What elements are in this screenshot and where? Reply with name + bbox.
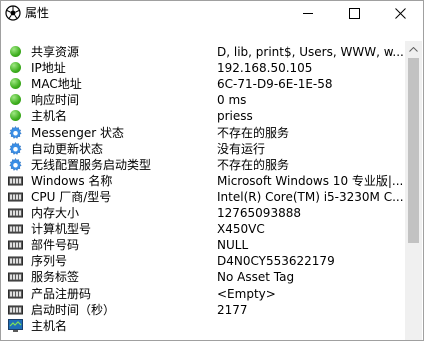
- property-value: X450VC: [217, 222, 265, 237]
- property-row[interactable]: 内存大小 12765093888: [1, 205, 405, 221]
- property-row[interactable]: MAC地址 6C-71-D9-6E-1E-58: [1, 76, 405, 92]
- gear-icon: [8, 157, 23, 172]
- memory-chip-icon: [8, 303, 23, 317]
- property-row[interactable]: 无线配置服务启动类型 不存在的服务: [1, 157, 405, 173]
- property-value: D4N0CY553622179: [217, 254, 335, 269]
- property-value: Intel(R) Core(TM) i5-3230M C...: [217, 189, 403, 204]
- scrollbar-thumb[interactable]: [408, 58, 419, 243]
- title-bar[interactable]: 属性: [1, 1, 423, 25]
- property-value: priess: [217, 109, 253, 124]
- property-value: <Empty>: [217, 286, 276, 301]
- memory-chip-icon: [8, 254, 23, 268]
- property-label: 计算机型号: [31, 222, 92, 237]
- property-label: 响应时间: [31, 93, 80, 108]
- property-label: IP地址: [31, 61, 66, 76]
- property-label: 主机名: [31, 318, 68, 333]
- property-label: 序列号: [31, 254, 68, 269]
- property-row[interactable]: 共享资源 D, lib, print$, Users, WWW, w...: [1, 44, 405, 60]
- property-value: No Asset Tag: [217, 270, 295, 285]
- property-label: MAC地址: [31, 77, 82, 92]
- memory-chip-icon: [8, 238, 23, 252]
- property-label: Messenger 状态: [31, 125, 124, 140]
- property-value: D, lib, print$, Users, WWW, w...: [217, 45, 403, 59]
- property-row[interactable]: 主机名 priess: [1, 108, 405, 124]
- property-value: 0 ms: [217, 93, 247, 108]
- property-value: 不存在的服务: [217, 157, 290, 172]
- scroll-up-button[interactable]: [405, 41, 422, 58]
- close-icon: [394, 7, 406, 19]
- property-label: CPU 厂商/型号: [31, 189, 112, 204]
- green-dot-icon: [8, 61, 23, 75]
- property-value: Microsoft Windows 10 专业版|...: [217, 173, 403, 188]
- property-row[interactable]: Messenger 状态 不存在的服务: [1, 125, 405, 141]
- property-value: 192.168.50.105: [217, 61, 313, 76]
- property-row[interactable]: 响应时间 0 ms: [1, 92, 405, 108]
- maximize-button[interactable]: [331, 1, 377, 25]
- properties-list: 共享资源 D, lib, print$, Users, WWW, w... IP地址…: [1, 41, 405, 340]
- property-label: 产品注册码: [31, 286, 92, 301]
- property-value: 不存在的服务: [217, 125, 290, 140]
- memory-chip-icon: [8, 222, 23, 236]
- property-value: 6C-71-D9-6E-1E-58: [217, 77, 333, 92]
- memory-chip-icon: [8, 190, 23, 204]
- property-label: 服务标签: [31, 270, 80, 285]
- property-value: NULL: [217, 238, 249, 253]
- property-row[interactable]: 计算机型号 X450VC: [1, 221, 405, 237]
- minimize-icon: [303, 12, 313, 14]
- close-button[interactable]: [377, 1, 423, 25]
- property-row[interactable]: IP地址 192.168.50.105: [1, 60, 405, 76]
- property-label: Windows 名称: [31, 173, 113, 188]
- property-row[interactable]: CPU 厂商/型号 Intel(R) Core(TM) i5-3230M C...: [1, 189, 405, 205]
- property-row[interactable]: Windows 名称 Microsoft Windows 10 专业版|...: [1, 173, 405, 189]
- green-dot-icon: [8, 109, 23, 123]
- soccer-ball-icon: [5, 5, 21, 21]
- property-label: 启动时间（秒）: [31, 302, 116, 317]
- property-row[interactable]: 部件号码 NULL: [1, 237, 405, 253]
- maximize-icon: [348, 7, 360, 19]
- gear-icon: [8, 125, 23, 140]
- memory-chip-icon: [8, 206, 23, 220]
- property-label: 共享资源: [31, 45, 80, 59]
- property-label: 无线配置服务启动类型: [31, 157, 152, 172]
- property-row[interactable]: 自动更新状态 没有运行: [1, 141, 405, 157]
- property-row[interactable]: 主机名: [1, 318, 405, 334]
- property-value: 12765093888: [217, 206, 301, 220]
- green-dot-icon: [8, 77, 23, 91]
- property-row[interactable]: 序列号 D4N0CY553622179: [1, 253, 405, 269]
- property-label: 自动更新状态: [31, 141, 104, 156]
- property-value: 没有运行: [217, 141, 266, 156]
- property-row[interactable]: 服务标签 No Asset Tag: [1, 269, 405, 285]
- minimize-button[interactable]: [285, 1, 331, 25]
- green-dot-icon: [8, 93, 23, 107]
- monitor-icon: [8, 318, 23, 333]
- property-value: 2177: [217, 302, 248, 317]
- scroll-up-arrow-icon: [409, 47, 418, 52]
- window-title: 属性: [25, 6, 50, 20]
- properties-window: 属性 共享资源 D, lib, print$, Users, WWW, w... I…: [0, 0, 424, 341]
- memory-chip-icon: [8, 287, 23, 301]
- property-label: 内存大小: [31, 206, 80, 220]
- vertical-scrollbar[interactable]: [405, 41, 422, 340]
- property-row[interactable]: 启动时间（秒） 2177: [1, 302, 405, 318]
- gear-icon: [8, 141, 23, 156]
- memory-chip-icon: [8, 270, 23, 284]
- memory-chip-icon: [8, 174, 23, 188]
- property-row[interactable]: 产品注册码 <Empty>: [1, 286, 405, 302]
- property-label: 部件号码: [31, 238, 80, 253]
- property-label: 主机名: [31, 109, 68, 124]
- green-dot-icon: [8, 45, 23, 59]
